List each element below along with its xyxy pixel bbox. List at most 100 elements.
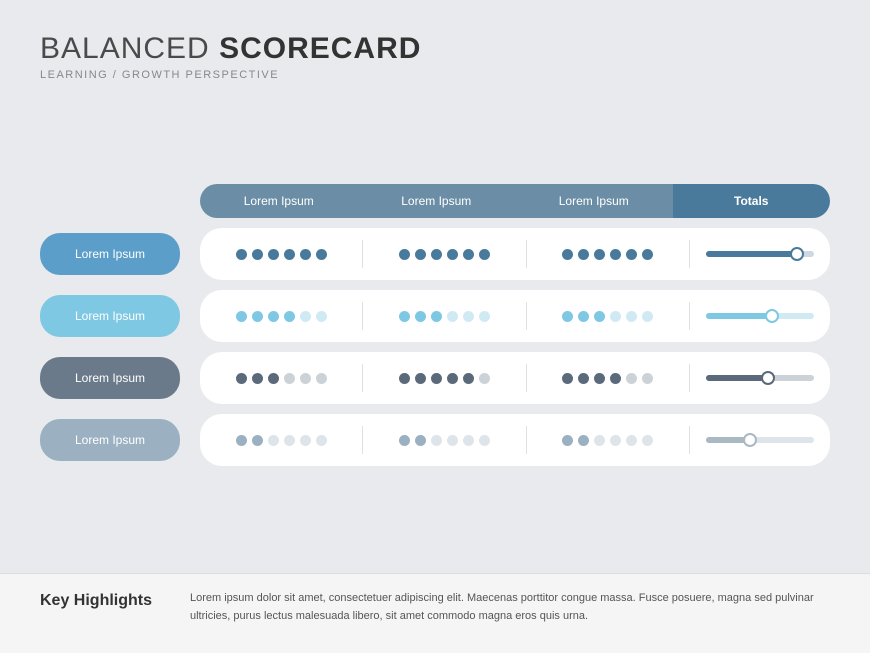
dot: [252, 435, 263, 446]
slider-thumb-1: [790, 247, 804, 261]
slider-track-4: [706, 437, 814, 443]
dot: [642, 311, 653, 322]
dot: [610, 249, 621, 260]
dot: [268, 249, 279, 260]
dot: [415, 249, 426, 260]
dot-group-2-2: [363, 311, 525, 322]
dot: [236, 249, 247, 260]
dot: [415, 435, 426, 446]
row-content-3: [200, 352, 830, 404]
dot-group-1-1: [200, 249, 362, 260]
dot: [300, 311, 311, 322]
data-row-2: Lorem Ipsum: [40, 290, 830, 342]
dot-group-2-3: [527, 311, 689, 322]
dot: [252, 373, 263, 384]
dot: [578, 435, 589, 446]
dot: [594, 435, 605, 446]
dot: [463, 249, 474, 260]
dot: [447, 373, 458, 384]
row-content-4: [200, 414, 830, 466]
dot: [431, 435, 442, 446]
dot: [610, 435, 621, 446]
dot: [626, 435, 637, 446]
dot: [252, 311, 263, 322]
dot-group-2-1: [200, 311, 362, 322]
dot: [415, 311, 426, 322]
dot: [284, 435, 295, 446]
header-col1: Lorem Ipsum: [200, 184, 358, 218]
data-row-4: Lorem Ipsum: [40, 414, 830, 466]
footer-text: Lorem ipsum dolor sit amet, consectetuer…: [190, 590, 830, 625]
dot: [578, 373, 589, 384]
dot: [463, 373, 474, 384]
dot: [431, 249, 442, 260]
dot: [268, 311, 279, 322]
dot-group-4-1: [200, 435, 362, 446]
dot: [594, 311, 605, 322]
dot: [316, 373, 327, 384]
page-title: BALANCED SCORECARD: [40, 32, 830, 66]
slider-thumb-3: [761, 371, 775, 385]
dot: [479, 373, 490, 384]
slider-track-3: [706, 375, 814, 381]
footer: Key Highlights Lorem ipsum dolor sit ame…: [0, 573, 870, 653]
dot: [594, 249, 605, 260]
row-content-2: [200, 290, 830, 342]
dot: [447, 249, 458, 260]
dot: [562, 373, 573, 384]
dot: [268, 435, 279, 446]
dot: [431, 373, 442, 384]
subtitle: LEARNING / GROWTH PERSPECTIVE: [40, 69, 830, 81]
slider-fill-3: [706, 375, 765, 381]
dot: [562, 435, 573, 446]
dot: [316, 249, 327, 260]
dot: [300, 373, 311, 384]
header-row: Lorem Ipsum Lorem Ipsum Lorem Ipsum Tota…: [40, 184, 830, 218]
dot: [284, 249, 295, 260]
dot: [300, 249, 311, 260]
row-label-2: Lorem Ipsum: [40, 295, 180, 337]
dot: [626, 373, 637, 384]
slider-thumb-2: [765, 309, 779, 323]
dot: [415, 373, 426, 384]
dot: [463, 435, 474, 446]
dot: [316, 435, 327, 446]
title-bold: SCORECARD: [219, 32, 421, 65]
slider-fill-1: [706, 251, 798, 257]
slider-track-1: [706, 251, 814, 257]
slider-4: [690, 437, 830, 443]
dot: [479, 311, 490, 322]
dot: [300, 435, 311, 446]
slider-track-2: [706, 313, 814, 319]
dot: [562, 311, 573, 322]
dot: [399, 249, 410, 260]
slider-3: [690, 375, 830, 381]
dot: [399, 311, 410, 322]
title-prefix: BALANCED: [40, 32, 219, 65]
row-content-1: [200, 228, 830, 280]
dot: [447, 435, 458, 446]
header-col2: Lorem Ipsum: [358, 184, 516, 218]
dot: [610, 311, 621, 322]
dot-group-4-3: [527, 435, 689, 446]
dot: [316, 311, 327, 322]
dot: [268, 373, 279, 384]
dot: [463, 311, 474, 322]
dot: [642, 373, 653, 384]
slider-thumb-4: [743, 433, 757, 447]
dot: [578, 311, 589, 322]
dot: [626, 249, 637, 260]
title-section: BALANCED SCORECARD LEARNING / GROWTH PER…: [40, 32, 830, 81]
dot: [252, 249, 263, 260]
dot: [594, 373, 605, 384]
dot: [431, 311, 442, 322]
slider-2: [690, 313, 830, 319]
dot: [610, 373, 621, 384]
data-row-3: Lorem Ipsum: [40, 352, 830, 404]
dot: [479, 435, 490, 446]
slider-fill-4: [706, 437, 747, 443]
dot-group-3-1: [200, 373, 362, 384]
dot: [284, 373, 295, 384]
data-row-1: Lorem Ipsum: [40, 228, 830, 280]
dot: [626, 311, 637, 322]
